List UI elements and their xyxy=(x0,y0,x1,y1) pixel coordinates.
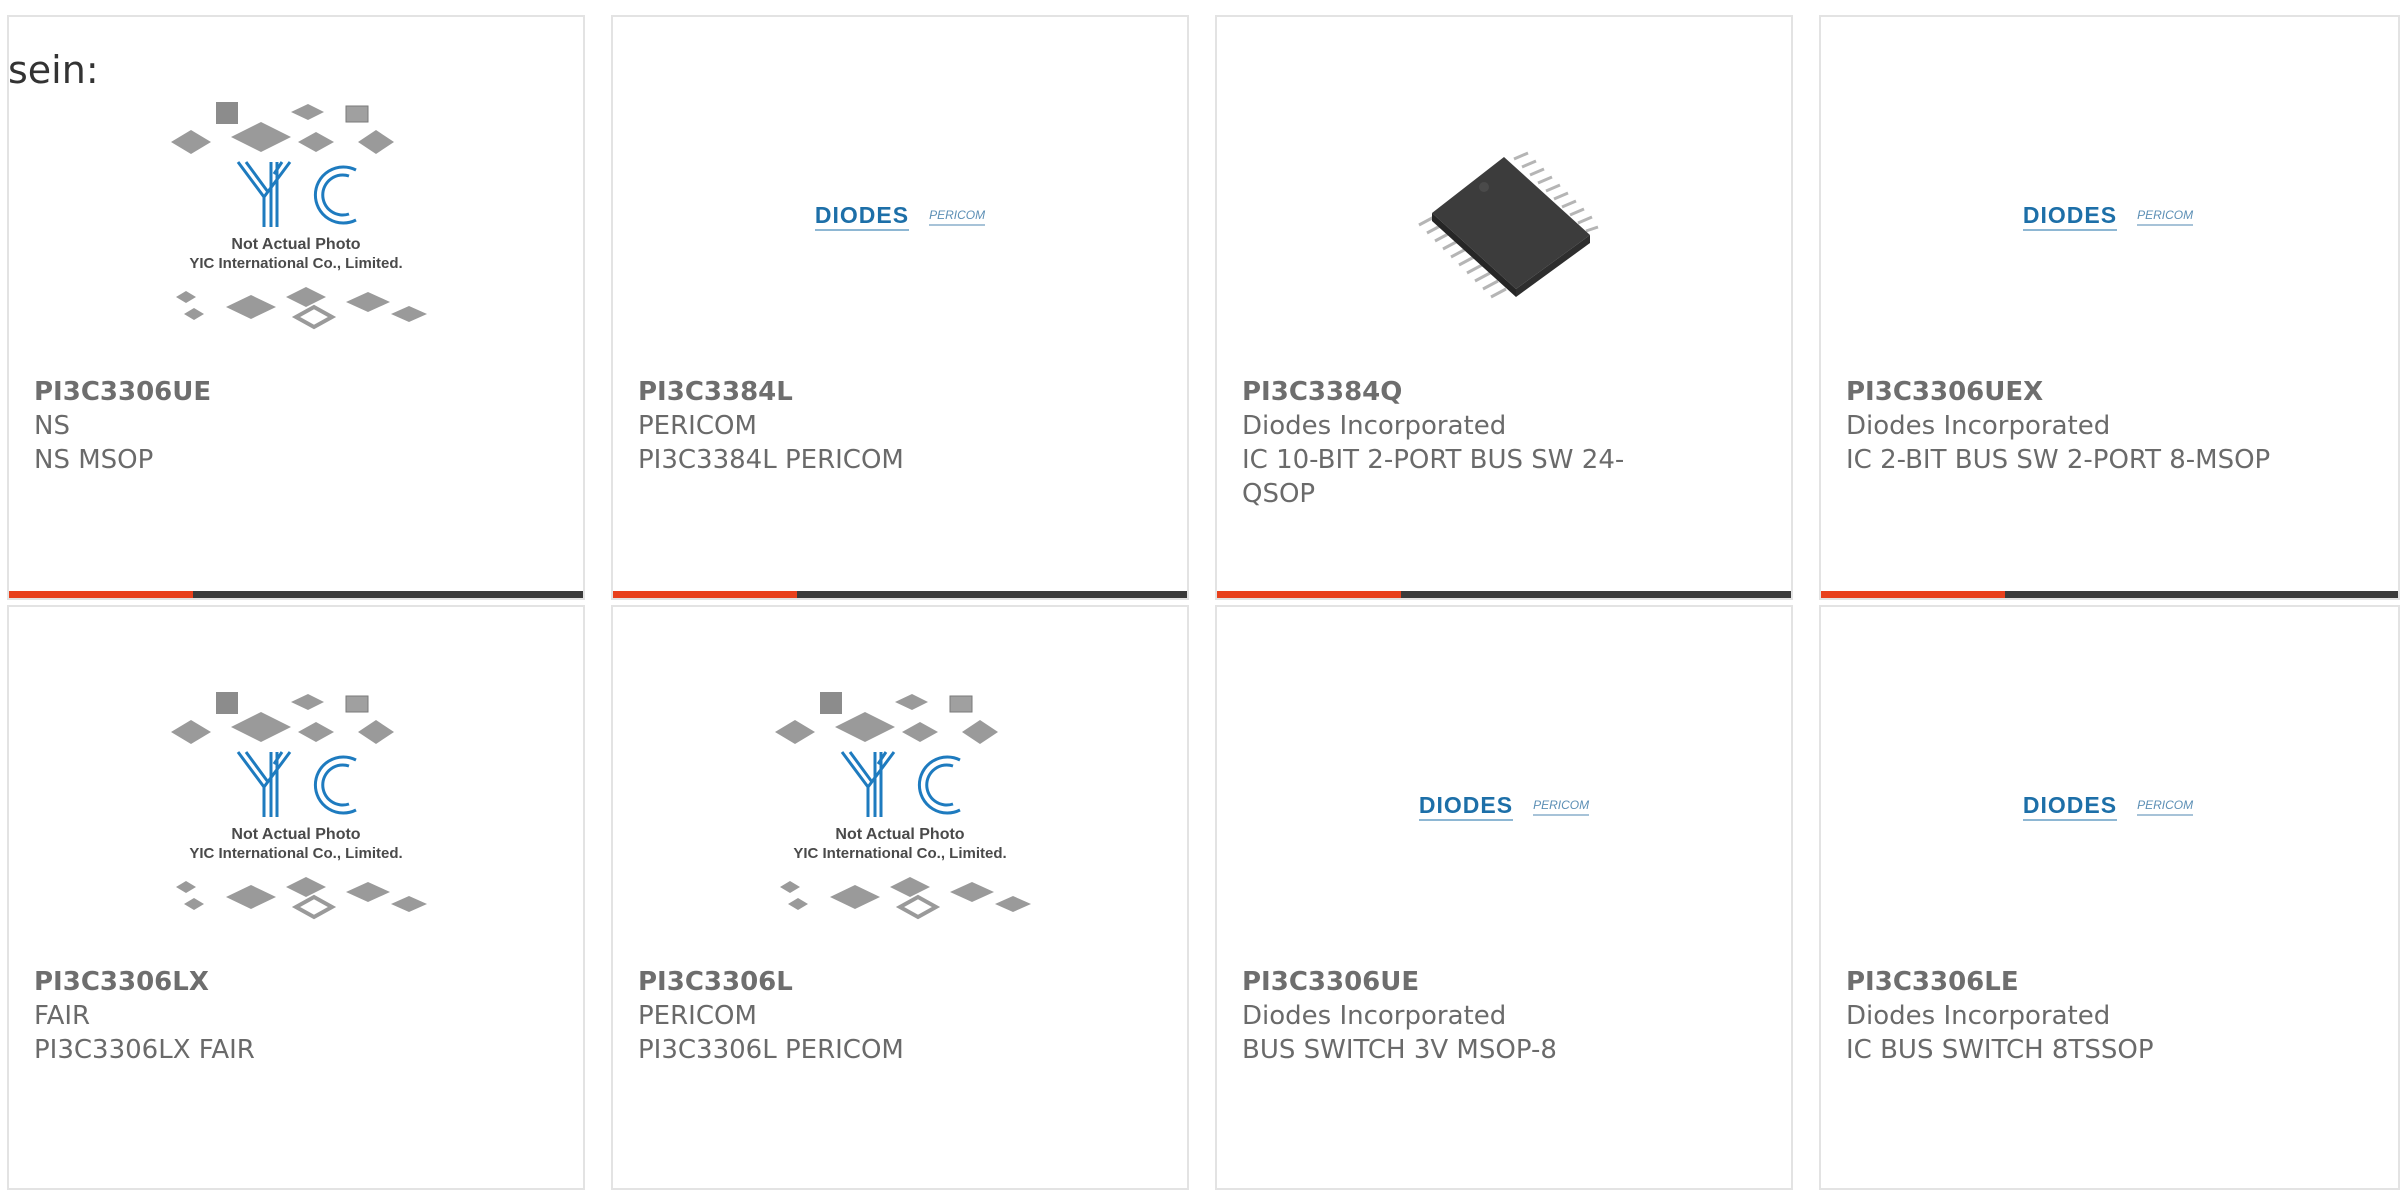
yic-placeholder-image: Not Actual Photo YIC International Co., … xyxy=(775,692,1031,920)
description: IC 2-BIT BUS SW 2-PORT 8-MSOP xyxy=(1846,445,2271,475)
part-number[interactable]: PI3C3306UE xyxy=(34,375,464,409)
product-image[interactable]: Not Actual Photo YIC International Co., … xyxy=(9,662,583,952)
manufacturer: Diodes Incorporated xyxy=(1846,411,2111,441)
product-card[interactable]: DIODES PERICOM PI3C3384L PERICOM PI3C338… xyxy=(611,15,1189,600)
card-accent-bar xyxy=(613,591,797,598)
manufacturer: Diodes Incorporated xyxy=(1242,411,1507,441)
product-image[interactable]: Not Actual Photo YIC International Co., … xyxy=(9,72,583,362)
card-bottom-bar xyxy=(1217,591,1791,598)
diodes-pericom-logo: DIODES PERICOM xyxy=(2022,201,2194,231)
product-card[interactable]: DIODES PERICOM PI3C3306LE Diodes Incorpo… xyxy=(1819,605,2400,1190)
card-accent-bar xyxy=(9,591,193,598)
part-number[interactable]: PI3C3306UEX xyxy=(1846,375,2276,409)
part-number[interactable]: PI3C3306L xyxy=(638,965,1068,999)
yic-placeholder-image: Not Actual Photo YIC International Co., … xyxy=(171,102,427,330)
manufacturer: Diodes Incorporated xyxy=(1846,1001,2111,1031)
card-bottom-bar xyxy=(9,591,583,598)
description: PI3C3306LX FAIR xyxy=(34,1035,255,1065)
intro-text: sein: xyxy=(8,48,99,92)
image-caption: Not Actual Photo xyxy=(231,826,360,843)
diodes-pericom-logo: DIODES PERICOM xyxy=(1418,791,1590,821)
pericom-logo: PERICOM xyxy=(2137,798,2194,816)
manufacturer: PERICOM xyxy=(638,1001,757,1031)
card-accent-bar xyxy=(1821,591,2005,598)
diodes-pericom-logo: DIODES PERICOM xyxy=(814,201,986,231)
yic-placeholder-image: Not Actual Photo YIC International Co., … xyxy=(171,692,427,920)
part-number[interactable]: PI3C3306UE xyxy=(1242,965,1672,999)
pericom-logo: PERICOM xyxy=(2137,208,2194,226)
product-card[interactable]: PI3C3384Q Diodes Incorporated IC 10-BIT … xyxy=(1215,15,1793,600)
manufacturer: PERICOM xyxy=(638,411,757,441)
manufacturer: FAIR xyxy=(34,1001,91,1031)
description: PI3C3384L PERICOM xyxy=(638,445,904,475)
ic-chip-photo xyxy=(1418,151,1599,299)
diodes-pericom-logo: DIODES PERICOM xyxy=(2022,791,2194,821)
image-caption-2: YIC International Co., Limited. xyxy=(189,845,402,862)
description: BUS SWITCH 3V MSOP-8 xyxy=(1242,1035,1557,1065)
card-accent-bar xyxy=(1217,591,1401,598)
product-card[interactable]: DIODES PERICOM PI3C3306UEX Diodes Incorp… xyxy=(1819,15,2400,600)
product-image[interactable]: DIODES PERICOM xyxy=(1821,72,2395,362)
image-caption-2: YIC International Co., Limited. xyxy=(793,845,1006,862)
description: PI3C3306L PERICOM xyxy=(638,1035,904,1065)
description: IC 10-BIT 2-PORT BUS SW 24-QSOP xyxy=(1242,445,1625,509)
diodes-logo: DIODES xyxy=(2022,791,2118,818)
part-number[interactable]: PI3C3384Q xyxy=(1242,375,1672,409)
manufacturer: Diodes Incorporated xyxy=(1242,1001,1507,1031)
card-bottom-bar xyxy=(1821,591,2398,598)
diodes-logo: DIODES xyxy=(1418,791,1514,818)
product-image[interactable]: DIODES PERICOM xyxy=(1821,662,2395,952)
product-image[interactable]: DIODES PERICOM xyxy=(613,72,1187,362)
diodes-logo: DIODES xyxy=(2022,201,2118,228)
part-number[interactable]: PI3C3306LX xyxy=(34,965,464,999)
product-image[interactable] xyxy=(1217,72,1791,362)
image-caption: Not Actual Photo xyxy=(835,826,964,843)
pericom-logo: PERICOM xyxy=(929,208,986,226)
image-caption-2: YIC International Co., Limited. xyxy=(189,255,402,272)
part-number[interactable]: PI3C3306LE xyxy=(1846,965,2276,999)
card-bottom-bar xyxy=(613,591,1187,598)
description: NS MSOP xyxy=(34,445,154,475)
product-card[interactable]: Not Actual Photo YIC International Co., … xyxy=(611,605,1189,1190)
product-image[interactable]: Not Actual Photo YIC International Co., … xyxy=(613,662,1187,952)
image-caption: Not Actual Photo xyxy=(231,236,360,253)
product-card[interactable]: Not Actual Photo YIC International Co., … xyxy=(7,15,585,600)
part-number[interactable]: PI3C3384L xyxy=(638,375,1068,409)
diodes-logo: DIODES xyxy=(814,201,910,228)
manufacturer: NS xyxy=(34,411,70,441)
product-image[interactable]: DIODES PERICOM xyxy=(1217,662,1791,952)
pericom-logo: PERICOM xyxy=(1533,798,1590,816)
product-card[interactable]: Not Actual Photo YIC International Co., … xyxy=(7,605,585,1190)
description: IC BUS SWITCH 8TSSOP xyxy=(1846,1035,2154,1065)
product-card[interactable]: DIODES PERICOM PI3C3306UE Diodes Incorpo… xyxy=(1215,605,1793,1190)
